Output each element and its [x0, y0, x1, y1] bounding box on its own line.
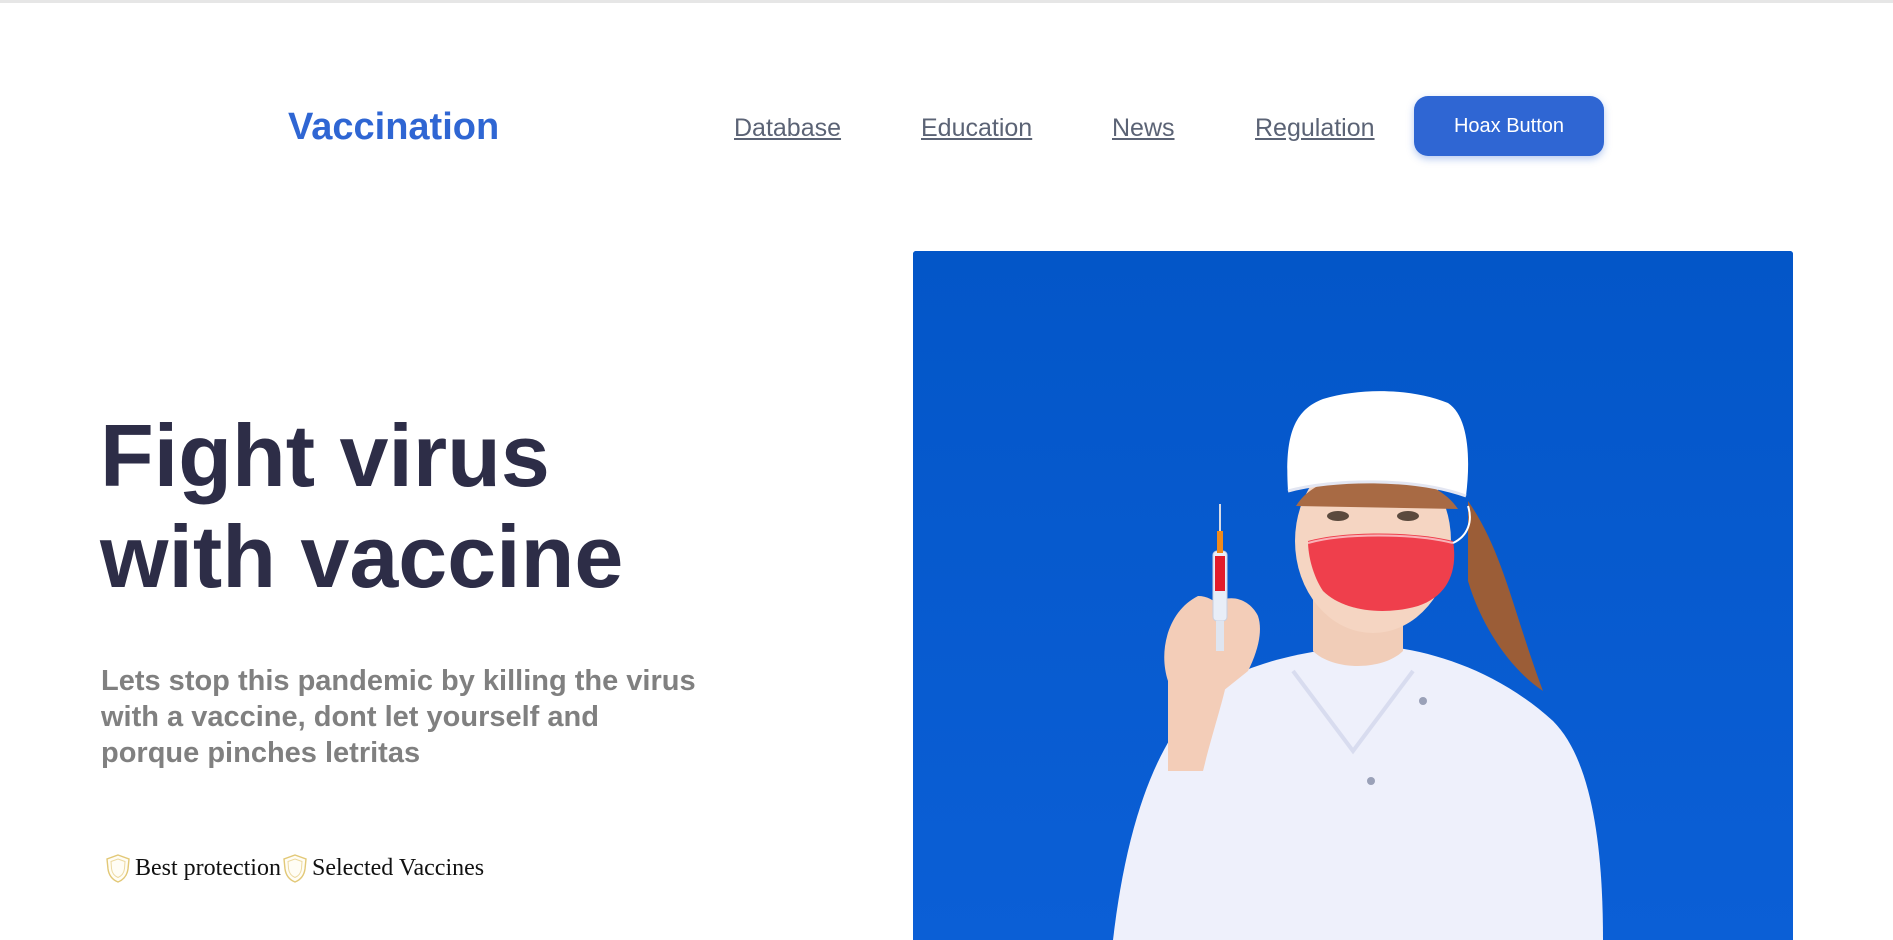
- shield-icon: [106, 854, 130, 883]
- feature-best-protection: Best protection: [104, 853, 281, 883]
- hero-title: Fight virus with vaccine: [100, 405, 623, 607]
- hero-title-line: Fight virus: [100, 406, 550, 505]
- shield-icon: [283, 854, 307, 883]
- feature-label: Best protection: [135, 854, 281, 881]
- hero-title-line: with vaccine: [100, 507, 624, 606]
- feature-label: Selected Vaccines: [311, 854, 485, 881]
- hero-subtitle-line: with a vaccine, dont let yourself and: [101, 701, 599, 733]
- nav-link-regulation[interactable]: Regulation: [1255, 110, 1375, 146]
- hero-subtitle: Lets stop this pandemic by killing the v…: [101, 663, 781, 771]
- nav-link-news[interactable]: News: [1112, 110, 1175, 146]
- nav-link-database[interactable]: Database: [734, 110, 841, 146]
- hero-image: [913, 251, 1793, 940]
- feature-selected-vaccines: Selected Vaccines: [281, 853, 484, 883]
- hero-subtitle-line: Lets stop this pandemic by killing the v…: [101, 665, 696, 697]
- nav-link-education[interactable]: Education: [921, 110, 1032, 146]
- hero-subtitle-line: porque pinches letritas: [101, 737, 421, 769]
- nurse-with-syringe-illustration: [913, 251, 1793, 940]
- feature-list: Best protection Selected Vaccines: [104, 853, 484, 883]
- top-divider: [0, 0, 1893, 3]
- hoax-button[interactable]: Hoax Button: [1414, 96, 1604, 156]
- brand-logo[interactable]: Vaccination: [288, 102, 499, 152]
